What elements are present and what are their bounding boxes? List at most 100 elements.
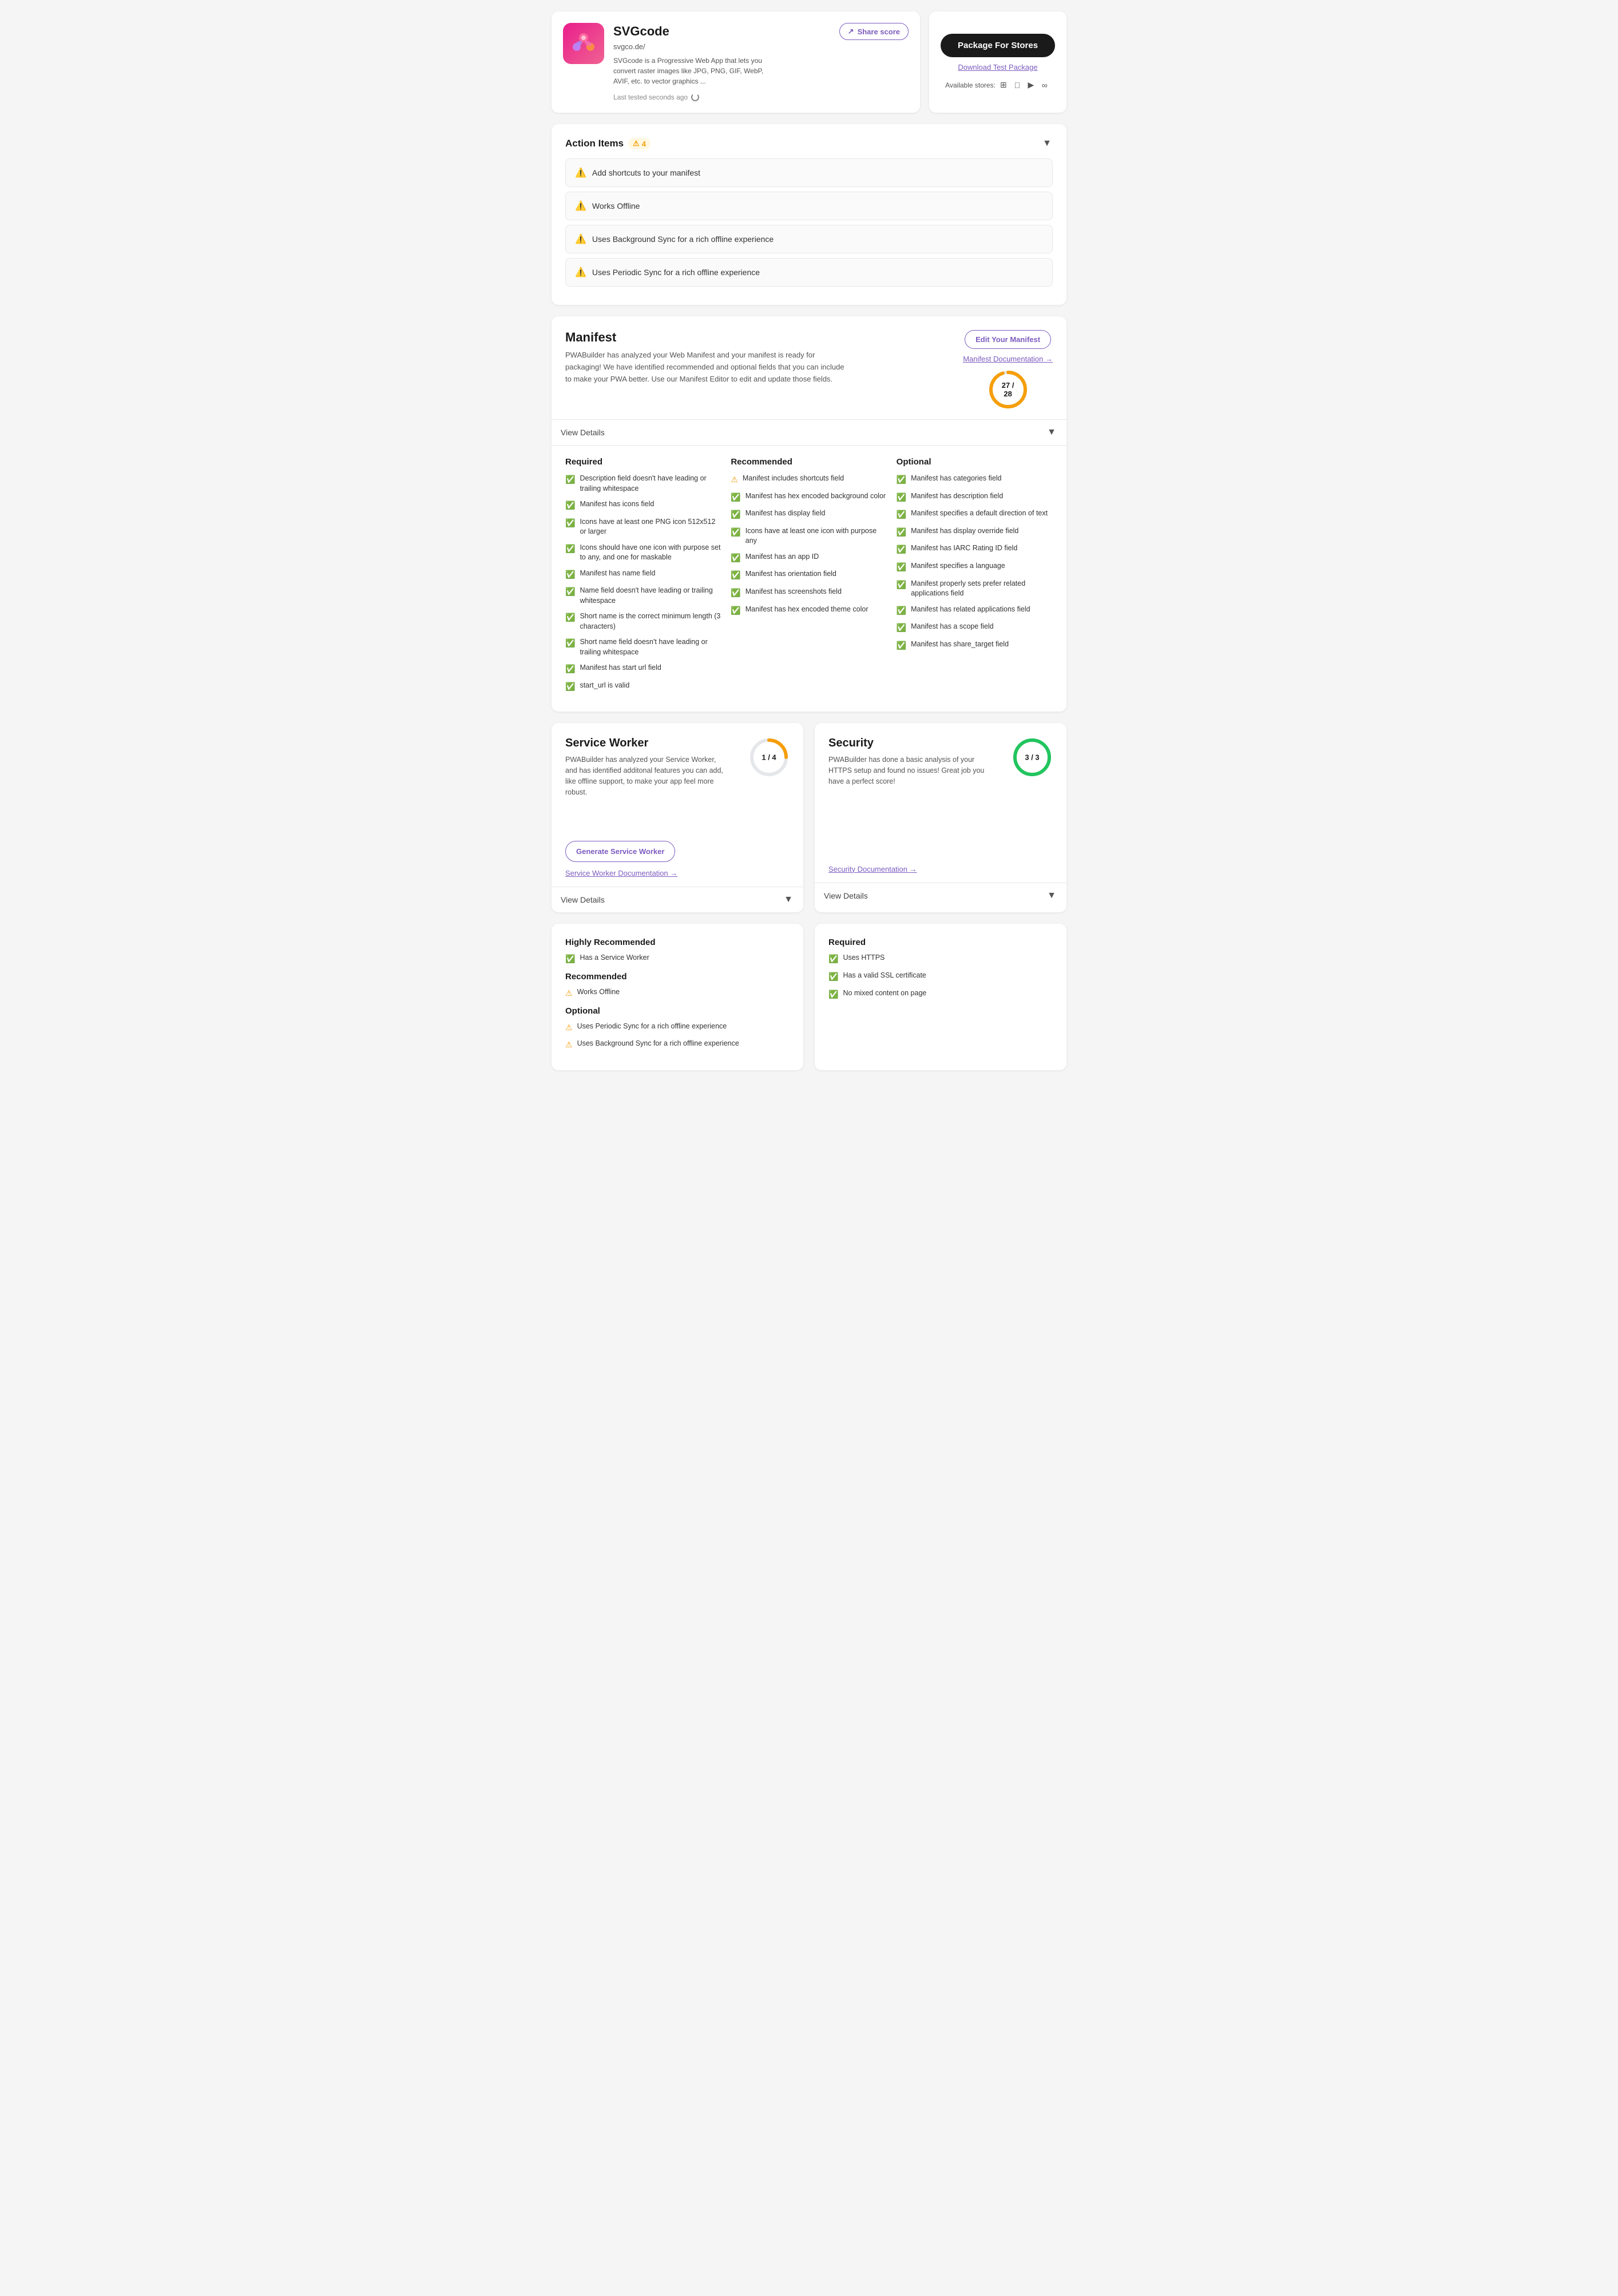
security-view-details-bar[interactable]: View Details ▼: [815, 883, 1066, 908]
check-icon: ✅: [731, 527, 740, 538]
detail-item: ✅Short name is the correct minimum lengt…: [565, 611, 721, 631]
check-icon: ✅: [731, 605, 740, 617]
detail-item: ✅Uses HTTPS: [828, 953, 1053, 965]
warning-icon: ⚠️: [575, 200, 586, 212]
app-url: svgco.de/: [613, 42, 909, 51]
warning-icon: ⚠️: [575, 167, 586, 178]
detail-item: ✅Manifest properly sets prefer related a…: [897, 579, 1053, 599]
bottom-detail-cards: Highly Recommended ✅Has a Service Worker…: [552, 924, 1066, 1070]
warning-icon: ⚠️: [575, 233, 586, 245]
manifest-description: PWABuilder has analyzed your Web Manifes…: [565, 349, 851, 385]
manifest-view-details-bar[interactable]: View Details ▼: [552, 419, 1066, 446]
check-icon: ✅: [731, 509, 740, 521]
generate-service-worker-button[interactable]: Generate Service Worker: [565, 841, 675, 862]
detail-item: ✅Icons should have one icon with purpose…: [565, 543, 721, 563]
check-icon: ✅: [565, 586, 575, 598]
action-items-chevron[interactable]: ▼: [1041, 138, 1053, 149]
check-icon: ✅: [565, 569, 575, 581]
manifest-title: Manifest: [565, 330, 851, 345]
detail-item: ✅Manifest has related applications field: [897, 605, 1053, 617]
security-score-text: 3 / 3: [1025, 753, 1039, 762]
detail-item: ✅Manifest has description field: [897, 491, 1053, 503]
warn-icon: ⚠: [565, 1022, 573, 1034]
action-item: ⚠️ Uses Background Sync for a rich offli…: [565, 225, 1053, 253]
detail-item: ✅Manifest specifies a language: [897, 561, 1053, 573]
required-title: Required: [565, 457, 721, 467]
check-icon: ✅: [828, 954, 838, 965]
security-required-title: Required: [828, 938, 1053, 947]
action-items-list: ⚠️ Add shortcuts to your manifest ⚠️ Wor…: [565, 158, 1053, 287]
share-score-button[interactable]: ↗ Share score: [839, 23, 909, 40]
package-for-stores-button[interactable]: Package For Stores: [941, 34, 1055, 57]
edit-manifest-button[interactable]: Edit Your Manifest: [965, 330, 1051, 349]
refresh-icon[interactable]: [691, 93, 699, 101]
optional-title: Optional: [897, 457, 1053, 467]
detail-item: ✅Manifest has icons field: [565, 499, 721, 511]
download-test-link[interactable]: Download Test Package: [958, 63, 1037, 71]
action-item: ⚠️ Uses Periodic Sync for a rich offline…: [565, 258, 1053, 287]
check-icon: ✅: [897, 579, 906, 591]
security-info: Security PWABuilder has done a basic ana…: [828, 737, 989, 786]
detail-item: ✅Icons have at least one icon with purpo…: [731, 526, 887, 546]
apple-store-icon: : [1012, 80, 1023, 91]
share-icon: ↗: [848, 27, 854, 36]
detail-item: ✅Manifest has hex encoded background col…: [731, 491, 887, 503]
warn-icon: ⚠: [565, 1039, 573, 1051]
manifest-details-chevron[interactable]: ▼: [1046, 427, 1057, 438]
meta-store-icon: ∞: [1039, 80, 1050, 91]
action-item: ⚠️ Works Offline: [565, 192, 1053, 220]
check-icon: ✅: [897, 605, 906, 617]
detail-item: ✅No mixed content on page: [828, 988, 1053, 1000]
security-documentation-link[interactable]: Security Documentation →: [828, 865, 917, 873]
last-tested: Last tested seconds ago: [613, 93, 909, 101]
security-details-chevron[interactable]: ▼: [1046, 890, 1057, 901]
security-description: PWABuilder has done a basic analysis of …: [828, 754, 989, 786]
app-details: SVGcode ↗ Share score svgco.de/ SVGcode …: [613, 23, 909, 101]
check-icon: ✅: [565, 612, 575, 623]
detail-item: ✅Manifest has an app ID: [731, 552, 887, 564]
detail-item: ⚠Uses Periodic Sync for a rich offline e…: [565, 1022, 790, 1034]
manifest-documentation-link[interactable]: Manifest Documentation →: [963, 355, 1053, 363]
check-icon: ✅: [897, 474, 906, 486]
check-icon: ✅: [731, 570, 740, 581]
sw-description: PWABuilder has analyzed your Service Wor…: [565, 754, 725, 797]
detail-item: ✅Manifest specifies a default direction …: [897, 509, 1053, 521]
windows-store-icon: ⊞: [998, 80, 1009, 91]
check-icon: ✅: [565, 954, 575, 965]
check-icon: ✅: [897, 527, 906, 538]
sw-recommended-title: Recommended: [565, 972, 790, 982]
sw-title: Service Worker: [565, 737, 725, 750]
check-icon: ✅: [565, 681, 575, 693]
detail-item: ✅Icons have at least one PNG icon 512x51…: [565, 517, 721, 537]
check-icon: ✅: [828, 989, 838, 1000]
check-icon: ✅: [897, 562, 906, 573]
check-icon: ✅: [731, 492, 740, 503]
detail-item: ✅Manifest has categories field: [897, 474, 1053, 486]
detail-item: ✅Description field doesn't have leading …: [565, 474, 721, 494]
check-icon: ✅: [565, 638, 575, 649]
required-col: Required ✅Description field doesn't have…: [565, 457, 721, 698]
app-info-card: SVGcode ↗ Share score svgco.de/ SVGcode …: [552, 11, 920, 113]
android-store-icon: ▶: [1025, 80, 1037, 91]
warning-icon: ⚠️: [575, 267, 586, 278]
action-item: ⚠️ Add shortcuts to your manifest: [565, 158, 1053, 187]
sw-score-text: 1 / 4: [762, 753, 776, 762]
service-worker-card: Service Worker PWABuilder has analyzed y…: [552, 723, 803, 912]
sw-view-details-bar[interactable]: View Details ▼: [552, 887, 803, 912]
optional-col: Optional ✅Manifest has categories field …: [897, 457, 1053, 698]
check-icon: ✅: [565, 543, 575, 555]
check-icon: ✅: [565, 474, 575, 486]
check-icon: ✅: [565, 518, 575, 529]
sw-details-chevron[interactable]: ▼: [783, 894, 794, 905]
check-icon: ✅: [897, 509, 906, 521]
manifest-details-grid: Required ✅Description field doesn't have…: [565, 457, 1053, 698]
action-items-title: Action Items: [565, 138, 624, 149]
check-icon: ✅: [731, 553, 740, 564]
manifest-score-text: 27 / 28: [998, 381, 1018, 398]
warn-icon: ⚠: [565, 988, 573, 999]
action-items-badge: ⚠ 4: [628, 138, 651, 149]
detail-item: ✅Manifest has display override field: [897, 526, 1053, 538]
detail-item: ✅Manifest has display field: [731, 509, 887, 521]
check-icon: ✅: [897, 492, 906, 503]
sw-documentation-link[interactable]: Service Worker Documentation →: [565, 869, 790, 877]
